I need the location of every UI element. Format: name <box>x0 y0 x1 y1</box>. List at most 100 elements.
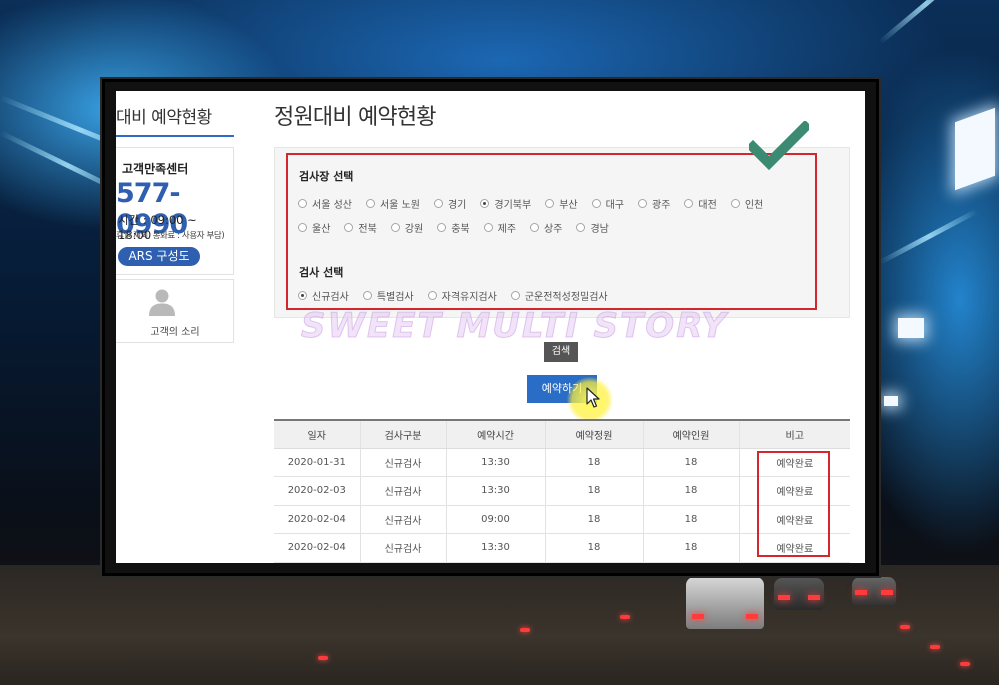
radio-button-icon[interactable] <box>365 199 375 208</box>
tunnel-ceiling-light <box>898 318 924 338</box>
table-cell: 18 <box>544 505 643 534</box>
site-radio[interactable]: 강원 <box>390 220 424 235</box>
site-radio-label: 울산 <box>312 224 331 235</box>
site-radio-label: 충북 <box>451 224 470 235</box>
site-radio-label: 경기북부 <box>494 200 532 211</box>
column-header: 일자 <box>274 419 360 449</box>
site-radio-label: 광주 <box>652 200 671 211</box>
road-marker <box>960 662 970 666</box>
site-radio-label: 서울 성산 <box>312 200 352 211</box>
site-radio[interactable]: 부산 <box>545 196 578 211</box>
radio-button-icon[interactable] <box>298 291 307 300</box>
site-radio[interactable]: 경기 <box>433 196 467 211</box>
site-radio-label: 인천 <box>744 200 764 211</box>
table-cell: 신규검사 <box>359 505 446 534</box>
person-icon <box>149 289 175 316</box>
type-radio[interactable]: 군운전적성정밀검사 <box>510 288 608 303</box>
site-group-title: 검사장 선택 <box>299 170 354 183</box>
table-cell: 2020-02-04 <box>274 505 360 534</box>
column-header: 검사구분 <box>359 419 446 449</box>
column-header: 예약시간 <box>445 419 545 449</box>
customer-voice-label: 고객의 소리 <box>150 327 200 338</box>
web-page: 대비 예약현황 고객만족센터 577-0990 시간 : 09:00 ~ 18:… <box>116 91 865 563</box>
site-radio-label: 제주 <box>497 224 517 235</box>
tunnel-light-streak <box>878 208 979 265</box>
table-cell: 2020-02-03 <box>274 476 360 506</box>
radio-button-icon[interactable] <box>390 223 400 232</box>
type-group-title: 검사 선택 <box>299 266 344 279</box>
site-radio[interactable]: 서울 노원 <box>365 196 420 211</box>
table-cell: 09:00 <box>445 505 545 534</box>
checkmark-icon <box>749 121 809 171</box>
radio-button-icon[interactable] <box>483 223 493 232</box>
radio-button-icon[interactable] <box>480 199 490 208</box>
type-radio[interactable]: 특별검사 <box>362 288 414 303</box>
customer-center-note: 휴일 제외, 통화료 : 사용자 부담) <box>116 231 225 241</box>
filter-panel: 검사장 선택 서울 성산 서울 노원 경기 경기북부 부산 대구 광주 대전 인천울산 전북 강원 충… <box>274 147 850 318</box>
site-radio[interactable]: 대전 <box>684 196 717 211</box>
site-radio[interactable]: 충북 <box>437 220 470 235</box>
filter-highlight-box: 검사장 선택 서울 성산 서울 노원 경기 경기북부 부산 대구 광주 대전 인천울산 전북 강원 충… <box>286 153 817 310</box>
type-radio-label: 군운전적성정밀검사 <box>524 292 608 303</box>
table-cell: 18 <box>642 476 739 506</box>
site-radio-label: 강원 <box>404 224 424 235</box>
tunnel-ceiling-light <box>955 107 995 191</box>
table-cell: 13:30 <box>445 533 545 563</box>
ars-button[interactable]: ARS 구성도 <box>118 247 200 266</box>
table-cell: 18 <box>544 448 643 477</box>
site-radio[interactable]: 대구 <box>591 196 624 211</box>
radio-button-icon[interactable] <box>433 199 443 208</box>
road-marker <box>930 645 940 649</box>
site-radio-label: 상주 <box>544 224 563 235</box>
type-radio-label: 자격유지검사 <box>441 292 497 303</box>
radio-button-icon[interactable] <box>530 223 540 232</box>
site-radio[interactable]: 서울 성산 <box>298 196 352 211</box>
site-radio-group: 서울 성산 서울 노원 경기 경기북부 부산 대구 광주 대전 인천울산 전북 강원 충북 제주 상주 경남 <box>298 196 808 235</box>
radio-button-icon[interactable] <box>510 291 520 300</box>
table-cell: 2020-01-31 <box>274 448 360 477</box>
search-button[interactable]: 검색 <box>544 342 578 362</box>
customer-voice-link[interactable]: 고객의 소리 <box>116 279 234 343</box>
radio-button-icon[interactable] <box>730 199 740 208</box>
radio-button-icon[interactable] <box>344 223 354 232</box>
site-radio[interactable]: 경남 <box>576 220 609 235</box>
customer-center-label: 고객만족센터 <box>122 162 189 176</box>
car <box>774 578 824 610</box>
road <box>0 565 999 685</box>
table-cell: 18 <box>544 476 643 506</box>
radio-button-icon[interactable] <box>362 291 372 300</box>
column-header: 비고 <box>738 419 850 449</box>
type-radio[interactable]: 신규검사 <box>298 288 349 303</box>
radio-button-icon[interactable] <box>545 199 555 208</box>
radio-button-icon[interactable] <box>427 291 437 300</box>
radio-button-icon[interactable] <box>576 223 586 232</box>
table-cell: 신규검사 <box>359 533 446 563</box>
site-radio[interactable]: 전북 <box>344 220 377 235</box>
page-title: 정원대비 예약현황 <box>274 105 437 130</box>
mouse-cursor-icon <box>586 387 600 408</box>
site-radio[interactable]: 제주 <box>483 220 517 235</box>
road-marker <box>620 615 630 619</box>
radio-button-icon[interactable] <box>684 199 694 208</box>
site-radio[interactable]: 상주 <box>530 220 562 235</box>
type-radio-group: 신규검사 특별검사 자격유지검사 군운전적성정밀검사 <box>298 288 808 303</box>
type-radio[interactable]: 자격유지검사 <box>427 288 497 303</box>
site-radio[interactable]: 광주 <box>638 196 670 211</box>
table-cell: 2020-02-04 <box>274 533 360 563</box>
radio-button-icon[interactable] <box>298 223 307 232</box>
road-marker <box>900 625 910 629</box>
site-radio[interactable]: 울산 <box>298 220 330 235</box>
tunnel-ceiling-light <box>884 396 898 406</box>
radio-button-icon[interactable] <box>437 223 447 232</box>
site-radio-label: 경남 <box>590 224 609 235</box>
site-radio[interactable]: 인천 <box>730 196 764 211</box>
site-radio-label: 경기 <box>447 200 467 211</box>
column-header: 예약정원 <box>544 419 643 449</box>
radio-button-icon[interactable] <box>591 199 601 208</box>
radio-button-icon[interactable] <box>298 199 307 208</box>
radio-button-icon[interactable] <box>638 199 647 208</box>
site-radio-label: 대구 <box>605 200 624 211</box>
site-radio[interactable]: 경기북부 <box>480 196 531 211</box>
table-cell: 13:30 <box>445 448 545 477</box>
column-header: 예약인원 <box>642 419 739 449</box>
